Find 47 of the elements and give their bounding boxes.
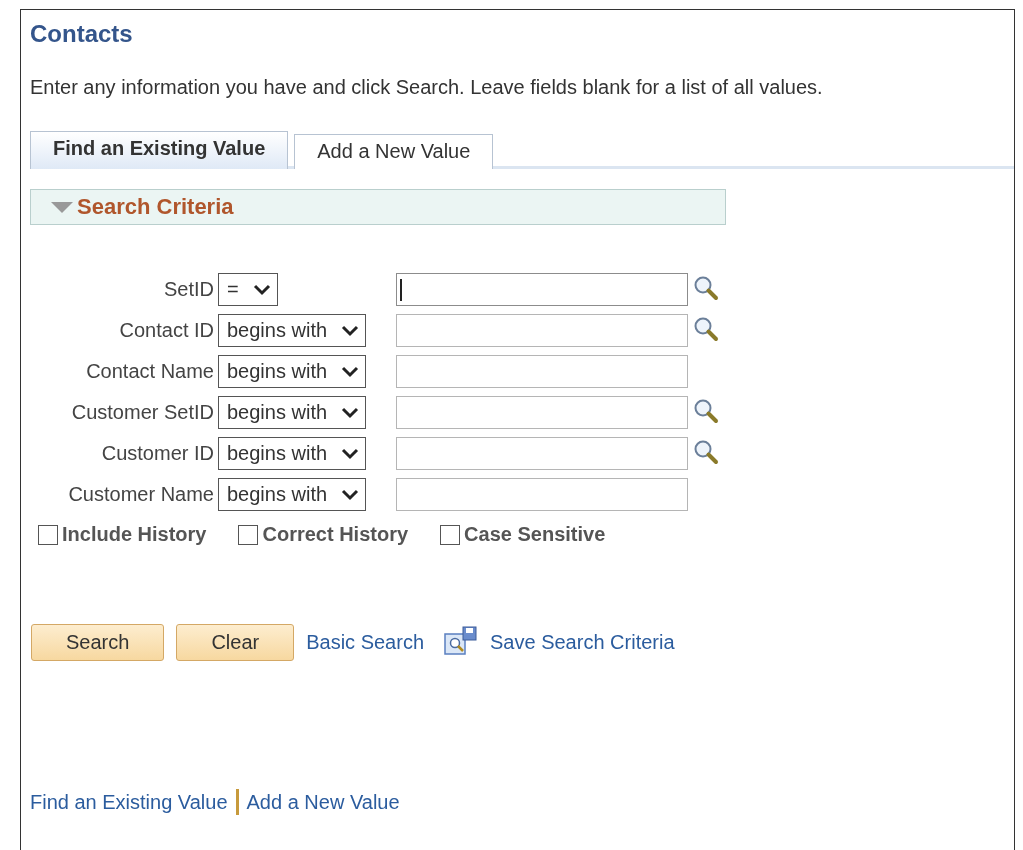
operator-dropdown[interactable]: begins with [218,355,367,388]
search-icon[interactable] [693,315,719,342]
tab[interactable]: Find an Existing Value [30,131,289,169]
footer-link[interactable]: Find an Existing Value [30,790,228,814]
input-field[interactable] [396,478,688,511]
page-title: Contacts [30,20,134,48]
tab[interactable]: Add a New Value [294,134,494,169]
chevron-icon [341,447,360,460]
save-search-link[interactable]: Save Search Criteria [490,631,675,654]
operator-dropdown[interactable]: begins with [218,478,367,511]
operator-dropdown[interactable]: begins with [218,396,367,429]
checkbox-label: Correct History [262,523,409,546]
input-field[interactable] [396,396,688,429]
action-button[interactable]: Search [31,624,165,661]
field-label: Customer ID [100,442,214,465]
search-icon[interactable] [693,438,719,465]
instructions-text: Enter any information you have and click Search. Leave fields blank for a list of all values. [30,76,824,99]
chevron-icon [341,324,360,337]
operator-dropdown[interactable]: begins with [218,314,367,347]
basic-search-link[interactable]: Basic Search [306,631,424,654]
action-button[interactable]: Clear [176,624,295,661]
field-label: Customer SetID [70,401,214,424]
checkbox[interactable] [440,524,461,545]
checkbox[interactable] [38,524,58,545]
section-header[interactable]: Search Criteria [30,189,726,225]
section-title: Search Criteria [77,194,234,220]
checkbox-label: Case Sensitive [464,523,606,546]
chevron-icon [341,488,360,501]
checkbox-label: Include History [62,523,207,546]
input-field[interactable] [396,437,688,470]
input-field[interactable] [396,355,688,388]
operator-dropdown[interactable]: = [218,273,278,306]
field-label: Customer Name [67,483,214,506]
input-field[interactable] [396,273,688,306]
operator-dropdown[interactable]: begins with [218,437,367,470]
chevron-icon [341,365,360,378]
search-icon[interactable] [693,397,719,424]
chevron-icon [341,406,360,419]
triangle-icon [51,201,73,213]
search-icon[interactable] [693,274,719,301]
checkbox[interactable] [238,524,259,545]
chevron-icon [252,283,271,296]
field-label: Contact ID [118,319,214,342]
input-field[interactable] [396,314,688,347]
field-label: Contact Name [85,360,214,383]
footer-link[interactable]: Add a New Value [246,790,400,814]
field-label: SetID [162,278,214,301]
